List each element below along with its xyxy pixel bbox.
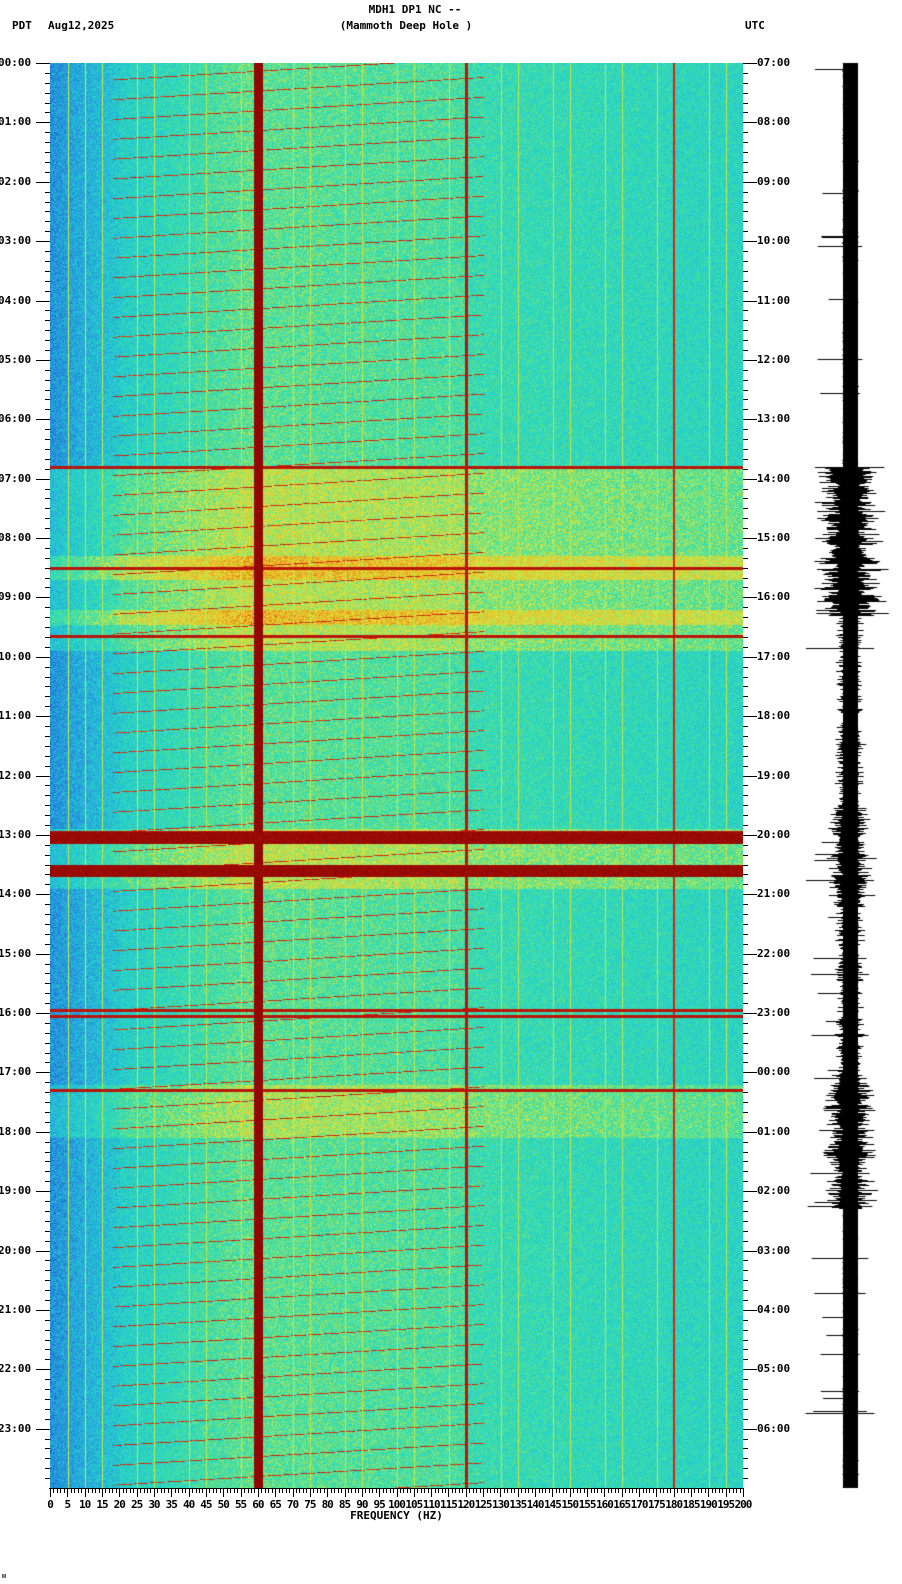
y-left-tick-label: 08:00	[0, 531, 32, 544]
y-left-tick-label: 01:00	[0, 115, 32, 129]
y-left-tick-label: 18:00	[0, 1124, 32, 1138]
seismogram-trace	[800, 55, 890, 1495]
y-left-tick-label: 09:00	[0, 590, 32, 604]
y-right-tick-label: 18:00	[757, 709, 791, 723]
y-right-tick-label: 02:00	[757, 1184, 791, 1198]
footer-mark: ᴍ	[2, 1572, 7, 1580]
y-right-tick-label: 21:00	[757, 887, 791, 901]
y-right-tick-label: 03:00	[757, 1243, 791, 1257]
y-right-tick-label: 05:00	[757, 1362, 791, 1376]
y-left-tick-label: 07:00	[0, 471, 32, 485]
y-left-tick-label: 19:00	[0, 1184, 32, 1198]
y-left-tick-label: 22:00	[0, 1362, 32, 1376]
y-left-tick-label: 02:00	[0, 174, 32, 188]
y-right-tick-label: 08:00	[757, 115, 791, 129]
y-right-tick-label: 14:00	[757, 471, 791, 485]
y-left-tick-label: 11:00	[0, 709, 32, 723]
y-left-tick-label: 14:00	[0, 887, 32, 901]
y-right-tick-label: 13:00	[757, 412, 791, 426]
y-left-tick-label: 21:00	[0, 1302, 32, 1316]
y-right-tick-label: 23:00	[757, 1006, 791, 1019]
y-left-tick-label: 16:00	[0, 1006, 32, 1019]
y-right-tick-label: 04:00	[757, 1302, 791, 1316]
y-left-tick-label: 00:00	[0, 56, 32, 69]
y-right-tick-label: 06:00	[757, 1421, 791, 1435]
y-right-tick-label: 11:00	[757, 293, 791, 307]
y-right-tick-label: 22:00	[757, 946, 791, 960]
y-left-tick-label: 06:00	[0, 412, 32, 426]
y-right-tick-label: 09:00	[757, 174, 791, 188]
y-right-tick-label: 17:00	[757, 649, 791, 663]
y-left-tick-label: 04:00	[0, 293, 32, 307]
y-left-tick-label: 17:00	[0, 1065, 32, 1079]
y-left-tick-label: 12:00	[0, 768, 32, 782]
y-left-tick-label: 05:00	[0, 352, 32, 366]
y-right-tick-label: 07:00	[757, 56, 791, 69]
y-right-tick-label: 10:00	[757, 234, 791, 248]
y-right-tick-label: 16:00	[757, 590, 791, 604]
y-right-tick-label: 20:00	[757, 827, 791, 841]
x-axis-title: FREQUENCY (HZ)	[350, 1509, 443, 1522]
y-right-tick-label: 12:00	[757, 352, 791, 366]
y-left-tick-label: 10:00	[0, 649, 32, 663]
y-right-tick-label: 01:00	[757, 1124, 791, 1138]
y-left-tick-label: 03:00	[0, 234, 32, 248]
y-left-tick-label: 20:00	[0, 1243, 32, 1257]
y-right-tick-label: 19:00	[757, 768, 791, 782]
y-left-tick-label: 15:00	[0, 946, 32, 960]
y-left-tick-label: 13:00	[0, 827, 32, 841]
y-right-tick-label: 15:00	[757, 531, 791, 544]
y-right-tick-label: 00:00	[757, 1065, 791, 1079]
y-left-tick-label: 23:00	[0, 1421, 32, 1435]
